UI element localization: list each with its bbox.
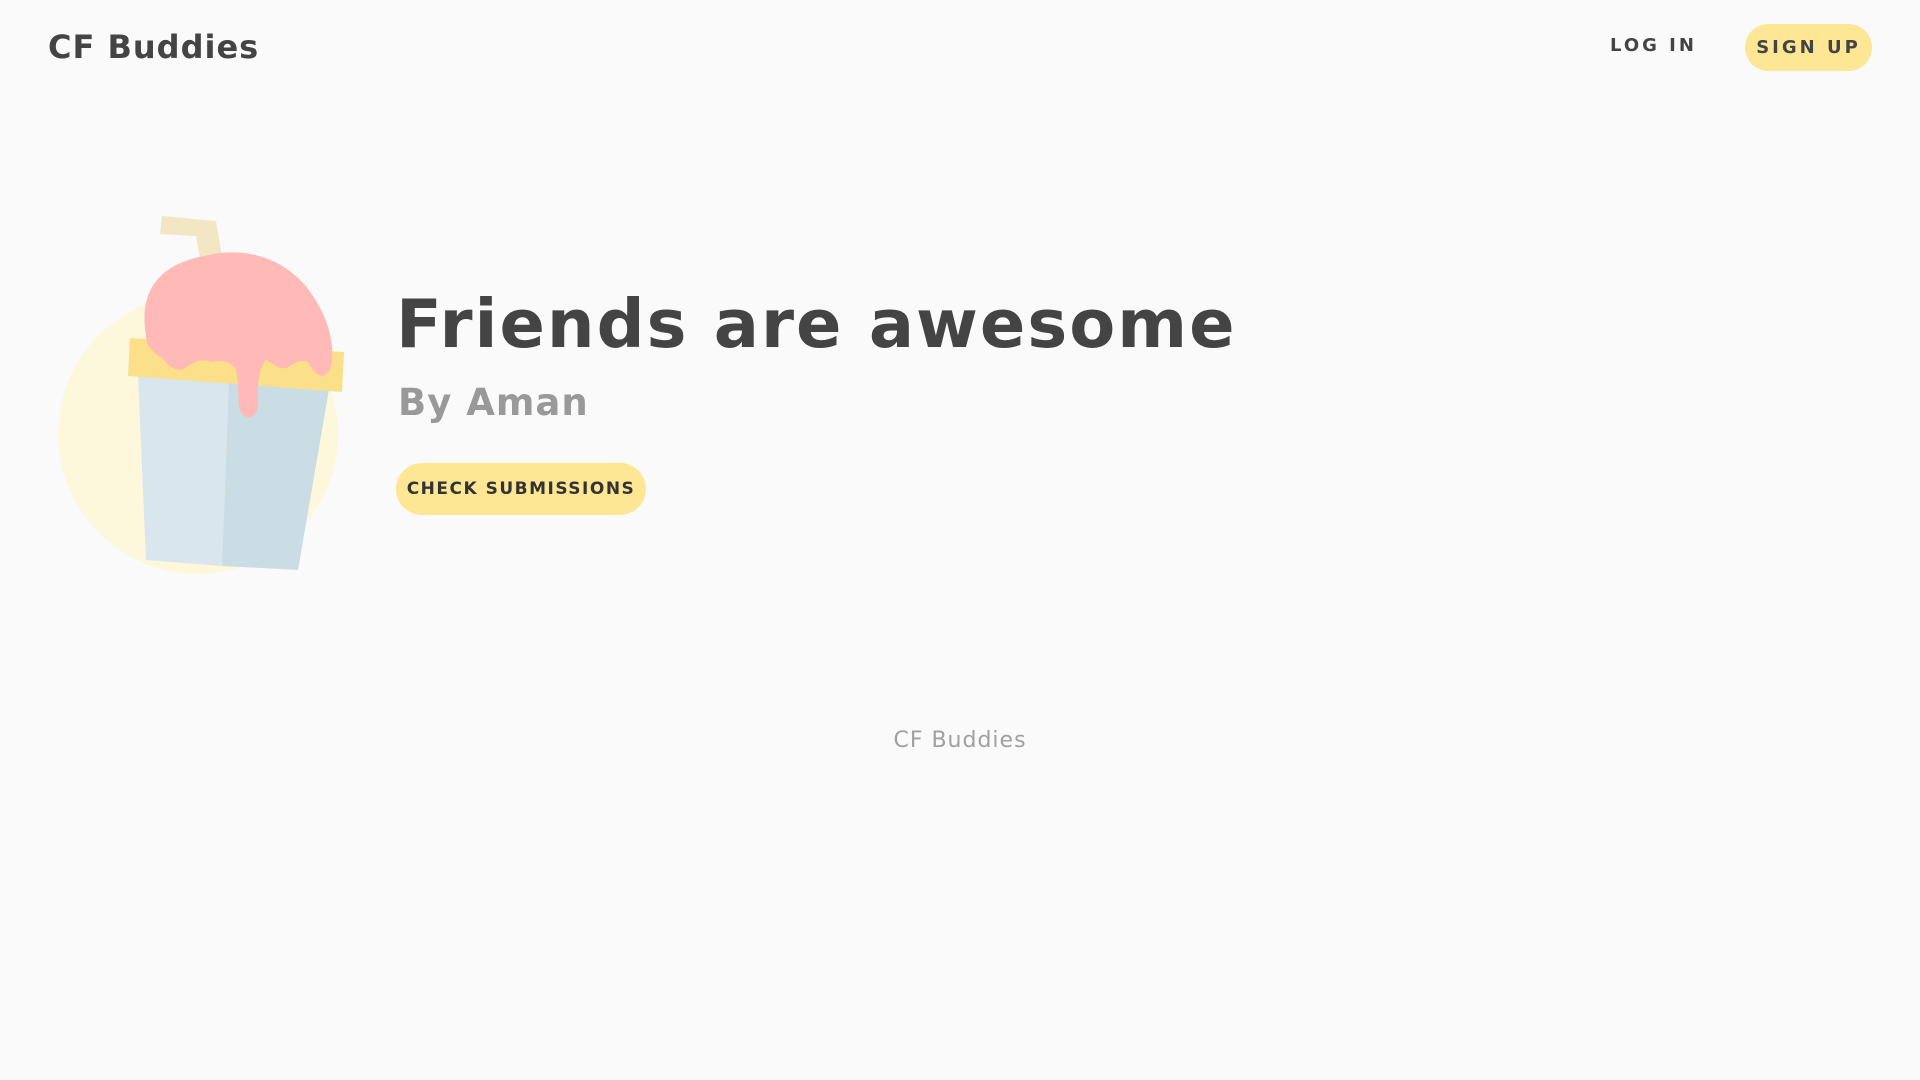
milkshake-illustration bbox=[58, 216, 344, 574]
illustration-cup-right bbox=[222, 376, 331, 570]
illustration-cup-left bbox=[138, 376, 229, 566]
check-submissions-button[interactable]: CHECK SUBMISSIONS bbox=[396, 463, 646, 515]
login-link[interactable]: LOG IN bbox=[1610, 35, 1697, 56]
footer-text: CF Buddies bbox=[893, 728, 1027, 753]
hero-subtitle: By Aman bbox=[398, 381, 589, 424]
top-nav: CF Buddies LOG IN SIGN UP bbox=[0, 0, 1920, 100]
hero-title: Friends are awesome bbox=[396, 285, 1237, 363]
brand-logo[interactable]: CF Buddies bbox=[48, 28, 259, 66]
signup-button[interactable]: SIGN UP bbox=[1745, 24, 1872, 71]
